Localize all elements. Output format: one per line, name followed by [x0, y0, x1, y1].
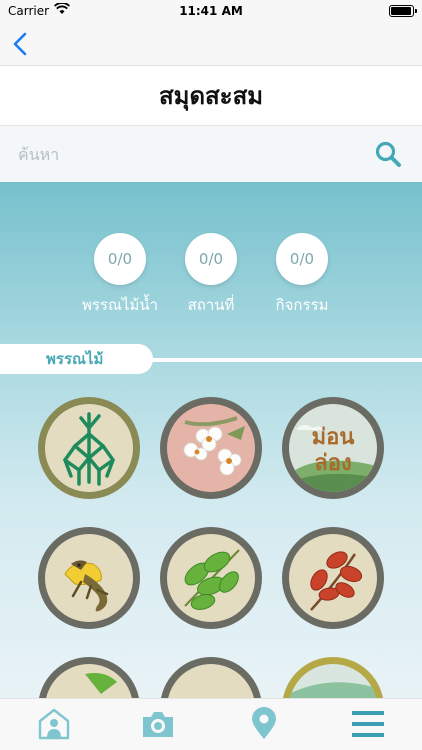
white-orchid-badge[interactable] [160, 397, 262, 499]
orchid-icon [167, 404, 255, 492]
collection-content: 0/0 พรรณไม้น้ำ 0/0 สถานที่ 0/0 กิจกรรม พ… [0, 182, 422, 698]
chevron-left-icon [13, 32, 27, 56]
back-button[interactable] [10, 30, 36, 58]
stats-row: 0/0 พรรณไม้น้ำ 0/0 สถานที่ 0/0 กิจกรรม [0, 233, 422, 323]
status-bar: Carrier 11:41 AM [0, 0, 422, 22]
tab-bar [0, 698, 422, 750]
mangrove-roots-badge[interactable] [38, 397, 140, 499]
red-leaves-badge[interactable] [282, 527, 384, 629]
page-title: สมุดสะสม [158, 82, 264, 110]
navigation-bar [0, 22, 422, 66]
map-pin-icon [252, 707, 276, 739]
mountain-logo-icon: ม่อน ล่อง [289, 404, 377, 492]
title-bar: สมุดสะสม [0, 66, 422, 126]
search-bar [0, 126, 422, 182]
camera-icon [143, 712, 173, 737]
search-button[interactable] [374, 140, 402, 168]
stat-activities[interactable]: 0/0 กิจกรรม [252, 233, 352, 317]
stat-label: สถานที่ [187, 296, 235, 314]
stat-label: พรรณไม้น้ำ [81, 296, 159, 314]
frilled-lizard-badge[interactable] [38, 527, 140, 629]
fern-icon [45, 664, 133, 698]
plant-icon [167, 664, 255, 698]
search-icon [375, 141, 401, 167]
search-input[interactable] [18, 140, 348, 168]
tab-map[interactable] [246, 707, 282, 741]
menu-icon [352, 711, 384, 737]
collection-badge[interactable] [38, 657, 140, 698]
battery-icon [389, 5, 417, 17]
stat-value: 0/0 [94, 233, 146, 285]
lizard-icon [45, 534, 133, 622]
mangrove-roots-icon [45, 404, 133, 492]
svg-text:ล่อง: ล่อง [314, 451, 351, 476]
red-leaves-icon [289, 534, 377, 622]
status-time: 11:41 AM [179, 4, 243, 18]
tab-home[interactable] [36, 707, 72, 741]
badge-logo-text: ม่อน [312, 425, 355, 450]
section-divider [140, 358, 422, 362]
stat-label: กิจกรรม [275, 296, 329, 314]
tab-camera[interactable] [140, 707, 176, 741]
tab-menu[interactable] [350, 707, 386, 741]
landscape-icon [289, 664, 377, 698]
green-leaves-badge[interactable] [160, 527, 262, 629]
collection-badge[interactable] [282, 657, 384, 698]
mae-hong-son-logo-badge[interactable]: ม่อน ล่อง [282, 397, 384, 499]
leaves-icon [167, 534, 255, 622]
stat-places[interactable]: 0/0 สถานที่ [161, 233, 261, 317]
home-icon [38, 708, 70, 740]
stat-value: 0/0 [185, 233, 237, 285]
stat-aquatic-plants[interactable]: 0/0 พรรณไม้น้ำ [70, 233, 170, 317]
collection-badge[interactable] [160, 657, 262, 698]
stat-value: 0/0 [276, 233, 328, 285]
section-tab-plants[interactable]: พรรณไม้ [0, 344, 153, 374]
